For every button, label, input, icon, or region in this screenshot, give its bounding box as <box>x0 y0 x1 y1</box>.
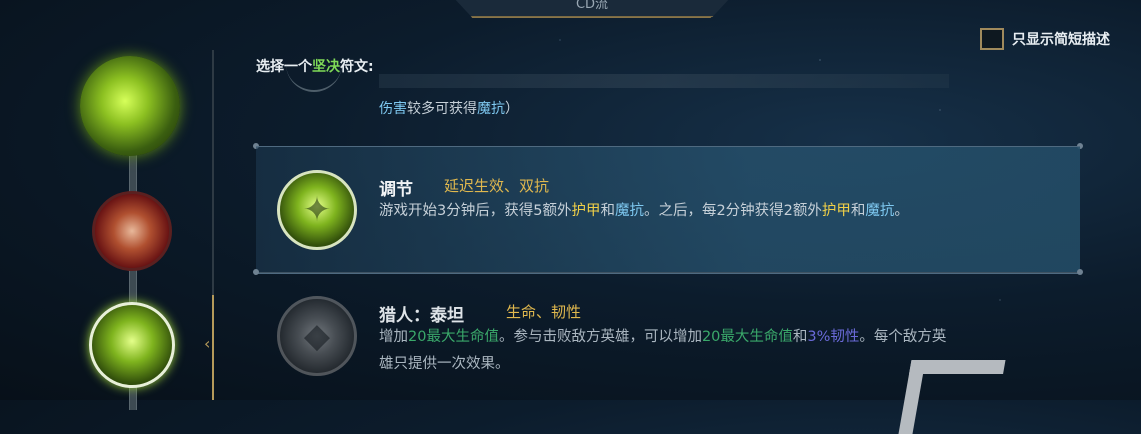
adaptation-muscle-icon[interactable]: ✦ <box>277 170 357 250</box>
scrolled-row-description: 伤害较多可获得魔抗） <box>379 98 519 118</box>
prompt-text-after: 符文: <box>340 59 374 75</box>
background-decoration <box>898 360 1006 434</box>
rune-name: 调节 <box>379 180 413 200</box>
selection-pointer-icon: ‹ <box>204 334 211 353</box>
rune-description: 增加20最大生命值。参与击败敌方英雄，可以增加20最大生命值和3%韧性。每个敌方… <box>379 329 947 372</box>
keystone-slot-icon[interactable] <box>80 56 180 156</box>
partial-highlight-a: 伤害 <box>379 101 407 117</box>
short-description-label: 只显示简短描述 <box>1012 32 1110 48</box>
rune-page-tab[interactable]: CD流 <box>452 0 732 17</box>
partial-highlight-c: 魔抗 <box>477 101 505 117</box>
panel-divider-highlight <box>212 295 214 400</box>
partial-text-d: ） <box>505 101 519 117</box>
row-divider <box>253 269 1083 275</box>
rune-page-title: CD流 <box>575 0 609 12</box>
rune-tags: 延迟生效、双抗 <box>444 177 550 195</box>
second-rune-slot-icon[interactable] <box>92 191 172 271</box>
rune-description: 游戏开始3分钟后，获得5额外护甲和魔抗。之后，每2分钟获得2额外护甲和魔抗。 <box>379 203 909 219</box>
short-description-checkbox[interactable] <box>980 28 1004 50</box>
scrolled-row-text-clipped <box>379 74 949 88</box>
selected-rune-slot-icon[interactable] <box>89 302 175 388</box>
short-description-toggle[interactable]: 只显示简短描述 <box>980 28 1110 50</box>
partial-text-b: 较多可获得 <box>407 101 477 117</box>
rune-name: 猎人：泰坦 <box>379 306 464 326</box>
rune-tags: 生命、韧性 <box>506 303 582 321</box>
